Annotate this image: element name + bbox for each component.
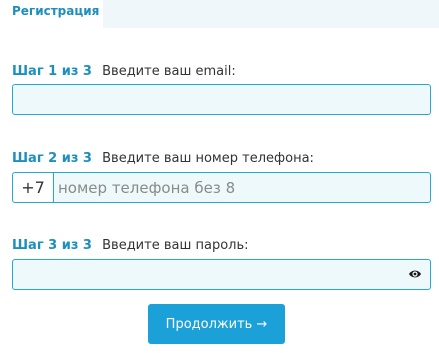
email-field[interactable] (13, 85, 430, 114)
step-3-number: Шаг 3 из 3 (12, 238, 92, 253)
step-1-label: Введите ваш email: (102, 64, 236, 79)
phone-country-prefix: +7 (13, 173, 54, 202)
step-1-heading: Шаг 1 из 3 Введите ваш email: (12, 64, 236, 79)
step-2-heading: Шаг 2 из 3 Введите ваш номер телефона: (12, 151, 314, 166)
step-3-heading: Шаг 3 из 3 Введите ваш пароль: (12, 238, 249, 253)
phone-field-wrapper: +7 (12, 172, 431, 203)
phone-field[interactable] (54, 173, 430, 202)
step-1-number: Шаг 1 из 3 (12, 64, 92, 79)
eye-icon[interactable] (408, 268, 422, 280)
password-field-wrapper (12, 259, 431, 290)
step-2-label: Введите ваш номер телефона: (102, 151, 314, 166)
tab-registration[interactable]: Регистрация (0, 0, 103, 28)
email-field-wrapper (12, 84, 431, 115)
tab-bar: Регистрация (0, 0, 439, 28)
step-2-number: Шаг 2 из 3 (12, 151, 92, 166)
step-3-label: Введите ваш пароль: (102, 238, 249, 253)
password-field[interactable] (13, 260, 430, 289)
continue-button[interactable]: Продолжить → (148, 304, 285, 344)
